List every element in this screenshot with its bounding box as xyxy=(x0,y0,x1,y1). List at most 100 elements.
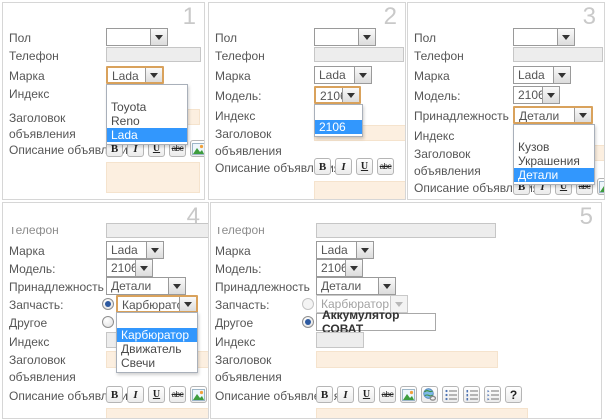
chevron-down-icon[interactable] xyxy=(378,278,395,294)
chevron-down-icon[interactable] xyxy=(342,88,359,102)
dropdown-option[interactable]: Украшения xyxy=(514,154,594,168)
opisanie-textarea[interactable] xyxy=(106,162,200,193)
dropdown-option-empty[interactable] xyxy=(117,313,197,328)
dropdown-option[interactable]: Кузов xyxy=(514,140,594,154)
prinadlezhnost-select[interactable]: Детали xyxy=(106,277,186,295)
chevron-down-icon[interactable] xyxy=(179,297,196,311)
chevron-down-icon[interactable] xyxy=(358,29,375,45)
dropdown-option[interactable]: Toyota xyxy=(107,100,187,114)
numbered-list-icon xyxy=(466,389,478,400)
insert-image-button[interactable] xyxy=(597,178,604,195)
chevron-down-icon[interactable] xyxy=(356,242,373,258)
telefon-input[interactable] xyxy=(314,47,404,62)
dropdown-option-highlighted[interactable]: Карбюратор xyxy=(117,328,197,342)
telefon-input[interactable] xyxy=(106,223,208,238)
dropdown-option-empty[interactable] xyxy=(514,125,594,140)
zagolovok-label-line2: объявления xyxy=(9,127,76,141)
globe-link-icon xyxy=(423,388,436,401)
prinadlezhnost-select[interactable]: Детали xyxy=(513,106,593,124)
insert-image-button[interactable] xyxy=(400,386,417,403)
drugoe-label: Другое xyxy=(215,316,254,330)
dropdown-option-highlighted[interactable]: 2106 xyxy=(315,120,362,134)
model-select-value: 2106 xyxy=(518,88,542,102)
opisanie-textarea[interactable] xyxy=(314,181,405,199)
telefon-input[interactable] xyxy=(106,47,201,62)
pol-label: Пол xyxy=(9,31,32,45)
insert-image-button[interactable] xyxy=(190,140,204,157)
bold-button[interactable]: B xyxy=(314,158,331,175)
dropdown-option-empty[interactable] xyxy=(315,105,362,120)
chevron-down-icon[interactable] xyxy=(354,67,371,83)
marka-select[interactable]: Lada xyxy=(106,66,164,84)
dropdown-option[interactable]: Reno xyxy=(107,114,187,128)
pol-select[interactable] xyxy=(513,28,575,46)
marka-select[interactable]: Lada xyxy=(314,66,372,84)
model-select[interactable]: 2106 xyxy=(513,86,560,104)
strikethrough-button[interactable]: abe xyxy=(379,386,396,403)
telefon-input[interactable] xyxy=(316,223,496,238)
bold-button[interactable]: B xyxy=(316,386,333,403)
chevron-down-icon[interactable] xyxy=(574,108,591,122)
underline-button[interactable]: U xyxy=(358,386,375,403)
marka-select-value: Lada xyxy=(319,68,346,82)
pol-select[interactable] xyxy=(314,28,376,46)
italic-button[interactable]: I xyxy=(335,158,352,175)
strikethrough-button[interactable]: abe xyxy=(169,386,186,403)
marka-select[interactable]: Lada xyxy=(316,241,374,259)
zagolovok-input[interactable] xyxy=(316,351,498,368)
chevron-down-icon[interactable] xyxy=(345,260,362,276)
insert-link-button[interactable] xyxy=(421,386,438,403)
pol-label: Пол xyxy=(215,31,238,45)
insert-image-button[interactable] xyxy=(190,386,207,403)
opisanie-textarea[interactable] xyxy=(316,408,528,418)
chevron-down-icon[interactable] xyxy=(542,87,559,103)
dropdown-option-highlighted[interactable]: Детали xyxy=(514,168,594,182)
bold-button[interactable]: B xyxy=(106,386,123,403)
italic-button[interactable]: I xyxy=(337,386,354,403)
drugoe-radio[interactable] xyxy=(102,316,114,328)
prinadlezhnost-select[interactable]: Детали xyxy=(316,277,396,295)
zapchast-select[interactable]: Карбюратор xyxy=(116,295,198,313)
chevron-down-icon[interactable] xyxy=(168,278,185,294)
image-icon xyxy=(402,388,415,401)
underline-button[interactable]: U xyxy=(356,158,373,175)
prinadlezhnost-label: Принадлежность xyxy=(215,280,310,294)
zapchast-label: Запчасть: xyxy=(9,298,64,312)
underline-button[interactable]: U xyxy=(148,386,165,403)
dropdown-option-highlighted[interactable]: Lada xyxy=(107,128,187,142)
bullet-list-button[interactable] xyxy=(442,386,459,403)
model-select[interactable]: 2106 xyxy=(106,259,153,277)
dropdown-option-empty[interactable] xyxy=(107,85,187,100)
dropdown-option[interactable]: Свечи xyxy=(117,356,197,370)
pol-select-value xyxy=(514,29,557,45)
zapchast-radio[interactable] xyxy=(102,298,114,310)
chevron-down-icon[interactable] xyxy=(146,242,163,258)
chevron-down-icon[interactable] xyxy=(557,29,574,45)
help-button[interactable]: ? xyxy=(505,386,522,403)
drugoe-input[interactable]: Аккумулятор СОВАТ xyxy=(316,308,436,336)
chevron-down-icon[interactable] xyxy=(553,67,570,83)
marka-select[interactable]: Lada xyxy=(513,66,571,84)
step-panel-3: 3 Пол Телефон Марка Lada Модель: 2106 Пр… xyxy=(407,2,605,200)
strikethrough-button[interactable]: abe xyxy=(377,158,394,175)
model-select[interactable]: 2106 xyxy=(316,259,363,277)
telefon-input[interactable] xyxy=(513,47,603,62)
model-select[interactable]: 2106 xyxy=(314,86,361,104)
bullet-list-icon xyxy=(444,389,457,400)
numbered-list-button[interactable] xyxy=(463,386,480,403)
pol-select[interactable] xyxy=(106,28,168,46)
indent-list-button[interactable] xyxy=(484,386,501,403)
zagolovok-label-line2: объявления xyxy=(414,164,481,178)
chevron-down-icon[interactable] xyxy=(145,68,162,82)
indeks-label: Индекс xyxy=(215,335,256,349)
opisanie-textarea[interactable] xyxy=(106,408,208,418)
chevron-down-icon[interactable] xyxy=(150,29,167,45)
italic-button[interactable]: I xyxy=(127,386,144,403)
chevron-down-icon[interactable] xyxy=(135,260,152,276)
model-label: Модель: xyxy=(414,89,461,103)
indeks-input[interactable] xyxy=(316,332,364,348)
zapchast-radio[interactable] xyxy=(302,298,314,310)
drugoe-radio[interactable] xyxy=(302,316,314,328)
dropdown-option[interactable]: Движатель xyxy=(117,342,197,356)
marka-select[interactable]: Lada xyxy=(106,241,164,259)
